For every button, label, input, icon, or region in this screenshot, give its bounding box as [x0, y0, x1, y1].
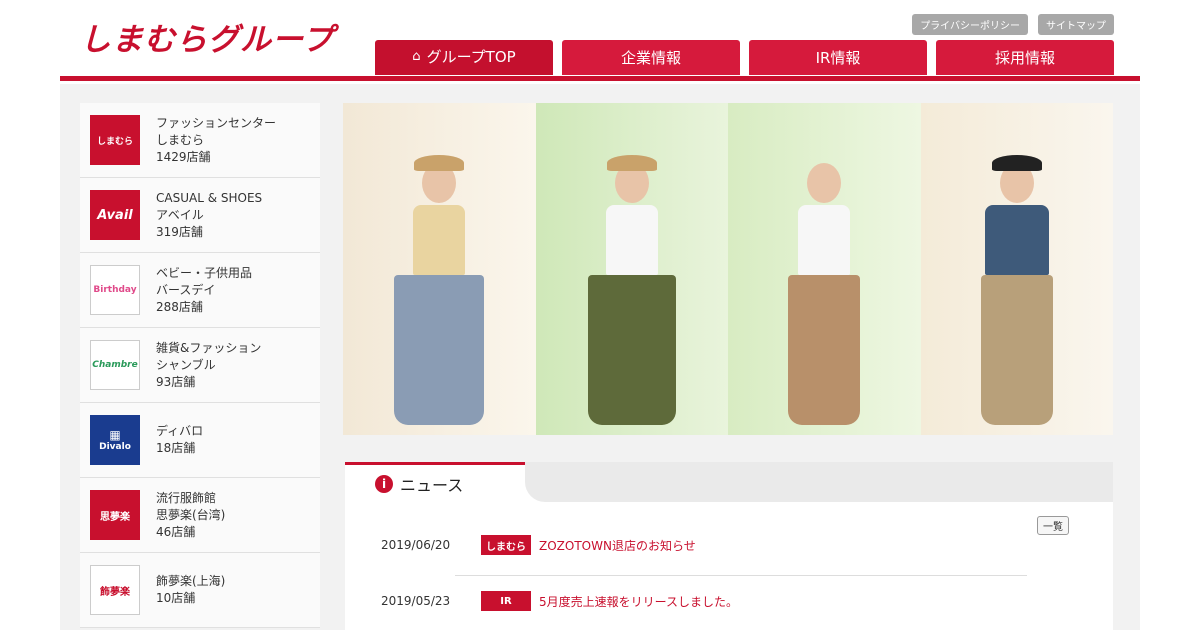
brand-text: ディバロ 18店舗 [156, 423, 203, 457]
brand-category: CASUAL & SHOES [156, 190, 263, 205]
nav-group-top[interactable]: ⌂ グループTOP [375, 40, 553, 75]
brand-name: ディバロ [156, 424, 204, 438]
info-icon: i [375, 474, 393, 493]
model-head [807, 163, 842, 203]
model-pants [587, 275, 676, 425]
news-item[interactable]: 2019/06/20 しまむら ZOZOTOWN退店のお知らせ [381, 535, 696, 555]
hero-model-1 [343, 103, 536, 435]
brand-text: ベビー・子供用品 バースデイ 288店舗 [156, 265, 252, 316]
brand-item-simulata[interactable]: 思夢楽 流行服飾館 思夢楽(台湾) 46店舗 [80, 478, 320, 553]
chambre-logo: Chambre [90, 340, 140, 390]
divalo-logo: ▦ Divalo [90, 415, 140, 465]
hero-banner[interactable] [343, 103, 1113, 435]
brand-sidebar: しまむら ファッションセンター しまむら 1429店舗 Avail CASUAL… [80, 103, 320, 628]
store-count: 93店舗 [156, 374, 196, 389]
hero-model-4 [920, 103, 1113, 435]
nav-ir-info[interactable]: IR情報 [749, 40, 927, 75]
model-figure [587, 155, 676, 425]
straw-hat [414, 155, 465, 171]
avail-logo: Avail [90, 190, 140, 240]
brand-item-avail[interactable]: Avail CASUAL & SHOES アベイル 319店舗 [80, 178, 320, 253]
brand-item-chambre[interactable]: Chambre 雑貨&ファッション シャンブル 93店舗 [80, 328, 320, 403]
model-pants [980, 275, 1053, 425]
model-top [413, 205, 466, 275]
brand-item-shimamura[interactable]: しまむら ファッションセンター しまむら 1429店舗 [80, 103, 320, 178]
divalo-mark-icon: ▦ [109, 428, 121, 442]
logo[interactable]: しまむらグループ [80, 14, 334, 59]
model-top [798, 205, 851, 275]
brand-item-divalo[interactable]: ▦ Divalo ディバロ 18店舗 [80, 403, 320, 478]
news-section: i ニュース 一覧 2019/06/20 しまむら ZOZOTOWN退店のお知ら… [345, 462, 1113, 630]
header: しまむらグループ プライバシーポリシー サイトマップ ⌂ グループTOP 企業情… [0, 0, 1200, 84]
model-shirt [984, 205, 1049, 275]
news-divider [455, 575, 1027, 576]
header-divider [60, 76, 1140, 81]
news-item[interactable]: 2019/05/23 IR 5月度売上速報をリリースしました。 [381, 591, 738, 611]
news-tag: しまむら [481, 535, 531, 555]
shimamura-logo: しまむら [90, 115, 140, 165]
brand-text: ファッションセンター しまむら 1429店舗 [156, 115, 276, 166]
brand-item-birthday[interactable]: Birthday ベビー・子供用品 バースデイ 288店舗 [80, 253, 320, 328]
brand-text: 雑貨&ファッション シャンブル 93店舗 [156, 340, 261, 391]
brand-category: ファッションセンター [156, 115, 277, 130]
divalo-logo-text: Divalo [99, 442, 131, 452]
model-pants [788, 275, 861, 425]
news-date: 2019/06/20 [381, 538, 451, 552]
store-count: 10店舗 [156, 591, 196, 605]
brand-category: ベビー・子供用品 [156, 265, 253, 280]
news-header-bar [525, 462, 1113, 502]
brand-name: アベイル [156, 207, 204, 222]
brand-name: バースデイ [156, 282, 216, 297]
store-count: 319店舗 [156, 224, 203, 239]
news-link[interactable]: ZOZOTOWN退店のお知らせ [539, 537, 696, 554]
model-figure [394, 155, 485, 425]
nav-recruit-info[interactable]: 採用情報 [936, 40, 1114, 75]
store-count: 18店舗 [156, 441, 196, 455]
simulata-logo: 思夢楽 [90, 490, 140, 540]
birthday-logo: Birthday [90, 265, 140, 315]
news-list-all-button[interactable]: 一覧 [1037, 516, 1069, 535]
brand-text: 流行服飾館 思夢楽(台湾) 46店舗 [156, 490, 225, 541]
brand-category: 流行服飾館 [156, 490, 217, 505]
straw-hat [606, 155, 657, 171]
home-icon: ⌂ [412, 48, 421, 64]
model-figure [980, 155, 1053, 425]
brand-name: しまむら [156, 132, 205, 147]
nav-group-top-label: グループTOP [426, 47, 516, 66]
shanghai-logo: 飾夢楽 [90, 565, 140, 615]
utility-links: プライバシーポリシー サイトマップ [912, 14, 1114, 35]
brand-name: 思夢楽(台湾) [156, 507, 226, 522]
news-tag: IR [481, 591, 531, 611]
store-count: 1429店舗 [156, 149, 211, 164]
hero-model-2 [535, 103, 728, 435]
news-tab: i ニュース [345, 462, 525, 502]
brand-category: 雑貨&ファッション [156, 340, 262, 355]
model-skirt [394, 275, 485, 425]
hero-model-3 [728, 103, 921, 435]
brand-name: シャンブル [156, 357, 216, 372]
dark-hat [991, 155, 1042, 171]
privacy-policy-link[interactable]: プライバシーポリシー [912, 14, 1028, 35]
store-count: 288店舗 [156, 299, 203, 314]
model-figure [788, 163, 861, 425]
news-link[interactable]: 5月度売上速報をリリースしました。 [539, 593, 738, 610]
brand-text: 飾夢楽(上海) 10店舗 [156, 573, 225, 607]
model-top [605, 205, 658, 275]
news-title: ニュース [400, 475, 464, 495]
nav-company-info[interactable]: 企業情報 [562, 40, 740, 75]
page: しまむらグループ プライバシーポリシー サイトマップ ⌂ グループTOP 企業情… [0, 0, 1200, 630]
brand-text: CASUAL & SHOES アベイル 319店舗 [156, 190, 262, 241]
sitemap-link[interactable]: サイトマップ [1038, 14, 1114, 35]
main-nav: ⌂ グループTOP 企業情報 IR情報 採用情報 [375, 40, 1114, 75]
brand-name: 飾夢楽(上海) [156, 574, 226, 588]
brand-item-shanghai[interactable]: 飾夢楽 飾夢楽(上海) 10店舗 [80, 553, 320, 628]
store-count: 46店舗 [156, 524, 196, 539]
news-date: 2019/05/23 [381, 594, 451, 608]
